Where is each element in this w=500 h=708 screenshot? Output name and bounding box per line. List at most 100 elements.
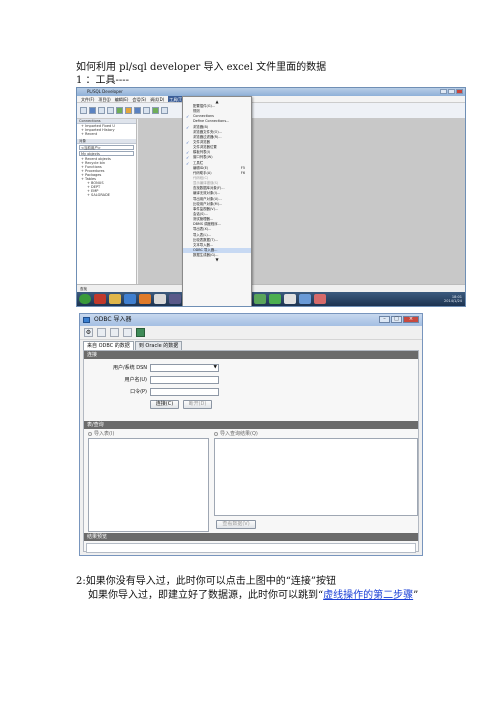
tools-menu-item-label: 事件监视器(V)... [193,206,219,211]
taskbar-app-icon[interactable] [269,294,281,304]
explain-icon[interactable] [161,107,168,114]
connect-button[interactable]: 连接(C) [150,400,179,409]
disconnect-button[interactable]: 断开(D) [183,400,212,409]
menu-item[interactable]: 文件(F) [81,96,94,102]
step2-text: 2:如果你没有导入过，此时你可以点击上图中的“连接”按钮 [76,576,336,587]
tools-menu-item-label: 配置插件(G)... [193,104,216,108]
windows-taskbar: 18:01 2014/1/24 [77,292,465,306]
open-icon[interactable] [97,328,106,337]
result-area: 结果预览 [84,533,418,553]
open-icon[interactable] [89,107,96,114]
password-field[interactable] [150,388,219,396]
settings-icon[interactable]: ⚙ [84,328,93,337]
table-list[interactable] [88,438,209,532]
password-label: 口令(P) [130,389,147,395]
scroll-down-icon[interactable]: ▼ [183,258,251,262]
tools-menu-item[interactable]: 数据生成器(G)... [183,253,251,258]
query-editor[interactable] [214,438,418,516]
tools-menu-item-label: Define Connections... [193,119,230,124]
browser-icon[interactable] [124,294,136,304]
odbc-panel: 连接 用户/系统 DSN ▼ 用户名(U) 口令(P) 连接(C) 断开(D) … [83,350,419,553]
break-icon[interactable] [125,107,132,114]
plsql-toolbar [77,103,465,119]
taskbar-app-icon[interactable] [314,294,326,304]
taskbar-app-icon[interactable] [169,294,181,304]
tools-menu-item-label: 模板列表(I) [193,150,211,155]
execute-icon[interactable] [116,107,123,114]
table-section-header: 表/查询 [84,421,418,429]
tab-to-oracle[interactable]: 到 Oracle 的数据 [134,341,183,350]
connection-section-header: 连接 [84,351,418,359]
radio-icon [214,432,218,436]
username-label: 用户名(U) [124,377,147,383]
tools-menu-item-label: 浏览器文件夹(O)... [193,129,222,134]
radio-icon [88,432,92,436]
plsql-title-bar: PL/SQL Developer [77,88,465,96]
clear-icon[interactable] [123,328,132,337]
taskbar-app-icon[interactable] [284,294,296,304]
tools-menu-item-label: 比较表数据(T)... [193,237,218,242]
menu-item[interactable]: 会话(S) [132,96,146,102]
tab-from-odbc[interactable]: 来自 ODBC 的数据 [83,341,134,350]
view-data-button[interactable]: 查看数据(V) [216,520,256,529]
minimize-icon[interactable] [440,89,447,94]
find-icon[interactable] [152,107,159,114]
menu-item[interactable]: 调试(D) [150,96,164,102]
tools-menu-item-label: 测试管理器... [193,217,214,222]
import-table-radio[interactable]: 导入表(I) [88,431,114,437]
username-field[interactable] [150,376,219,384]
taskbar-app-icon[interactable] [154,294,166,304]
plsql-developer-screenshot: PL/SQL Developer 文件(F) 项目(J) 编辑(E) 会话(S) 调试(… [76,87,466,307]
tools-menu-item-label: ODBC 导入器... [193,247,218,252]
odbc-toolbar: ⚙ [80,326,422,340]
plsql-menu-bar: 文件(F)项目(J)编辑(E)会话(S)调试(D)工具(T)报告(R)窗口(W)… [77,96,465,103]
tools-menu-item-label: 浏览器(B) [193,124,209,129]
tools-menu-item-label: DBMS 调度程序... [193,222,221,227]
connections-tree: + Imported Fixed U + Imported History + Re… [77,124,136,136]
tools-menu-item-label: 文本导入器... [193,242,214,247]
folder-icon[interactable] [109,294,121,304]
taskbar-app-icon[interactable] [139,294,151,304]
tools-menu-item-label: 工具栏 [193,160,204,165]
chevron-down-icon[interactable]: ▼ [214,365,217,371]
start-button-icon[interactable] [79,294,91,304]
save-icon[interactable] [98,107,105,114]
import-query-radio[interactable]: 导入查询结果(Q) [214,431,258,437]
find-bar[interactable]: 查找 [77,284,465,292]
close-icon[interactable]: × [403,316,419,323]
menu-item[interactable]: 项目(J) [98,96,110,102]
tools-menu-item-label: Connections [193,114,214,119]
dsn-select[interactable]: ▼ [150,364,219,372]
taskbar-app-icon[interactable] [94,294,106,304]
commit-icon[interactable] [134,107,141,114]
tools-menu-item-label: 导入表(L)... [193,232,211,237]
tools-menu-item-label: 浏览器过滤器(R)... [193,134,222,139]
database-icon[interactable] [136,328,145,337]
tools-menu-item-label: 导出表(X)... [193,227,212,232]
new-icon[interactable] [80,107,87,114]
taskbar-app-icon[interactable] [254,294,266,304]
rollback-icon[interactable] [143,107,150,114]
print-icon[interactable] [107,107,114,114]
tree-item[interactable]: + SALGRADE [77,193,136,197]
tools-menu-item-label: 窗口列表(W) [193,155,213,160]
maximize-icon[interactable] [448,89,455,94]
taskbar-app-icon[interactable] [299,294,311,304]
object-selector[interactable]: <当前用户> [79,145,134,150]
tree-item[interactable]: + Recent [77,132,136,136]
objects-filter[interactable]: My objects [79,151,134,156]
tools-menu-item-label: 编译无效对象(I)... [193,191,221,196]
odbc-title-bar: ODBC 导入器 – □ × [80,314,422,326]
close-icon[interactable] [456,89,463,94]
jump-link[interactable]: 虚线操作的第二步骤 [323,590,413,601]
tools-dropdown-menu: ▲ 配置插件(G)...规则ConnectionsDefine Connecti… [182,96,252,306]
maximize-icon[interactable]: □ [391,316,402,323]
tools-menu-item-label: 编辑ID(E) [193,165,209,170]
table-query-area: 导入表(I) 导入查询结果(Q) 查看数据(V) [84,429,418,533]
save-icon[interactable] [110,328,119,337]
menu-item[interactable]: 编辑(E) [115,96,129,102]
document-title: 如何利用 pl/sql developer 导入 excel 文件里面的数据 [76,62,327,73]
tools-menu-item-label: 文件浏览器位置 [193,145,217,150]
minimize-icon[interactable]: – [379,316,390,323]
dsn-label: 用户/系统 DSN [112,365,147,371]
